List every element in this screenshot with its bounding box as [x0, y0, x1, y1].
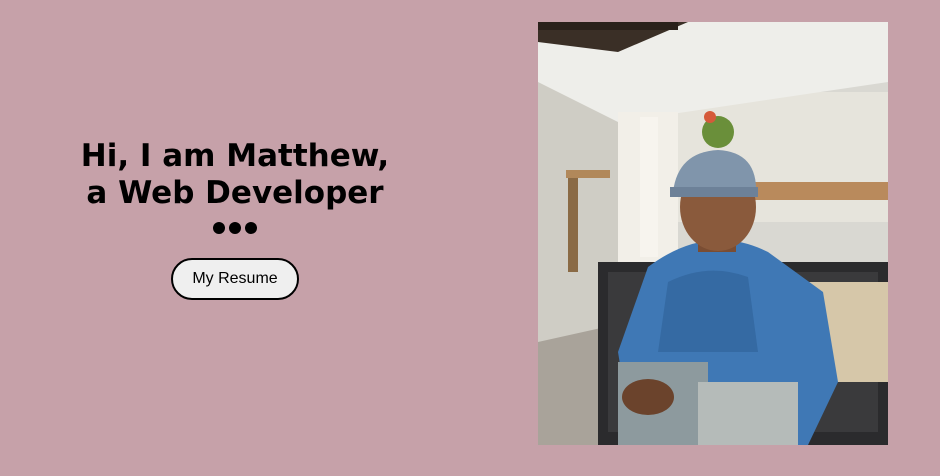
dot [213, 222, 225, 234]
page: Hi, I am Matthew, a Web Developer My Res… [0, 0, 940, 476]
ellipsis-dots [40, 222, 430, 234]
hero-section: Hi, I am Matthew, a Web Developer My Res… [40, 138, 430, 300]
resume-button[interactable]: My Resume [171, 258, 299, 300]
dot [245, 222, 257, 234]
dot [229, 222, 241, 234]
profile-photo [538, 22, 888, 445]
hero-line-2: a Web Developer [86, 175, 384, 211]
hero-line-1: Hi, I am Matthew, [80, 138, 390, 174]
hero-heading: Hi, I am Matthew, a Web Developer [40, 138, 430, 212]
